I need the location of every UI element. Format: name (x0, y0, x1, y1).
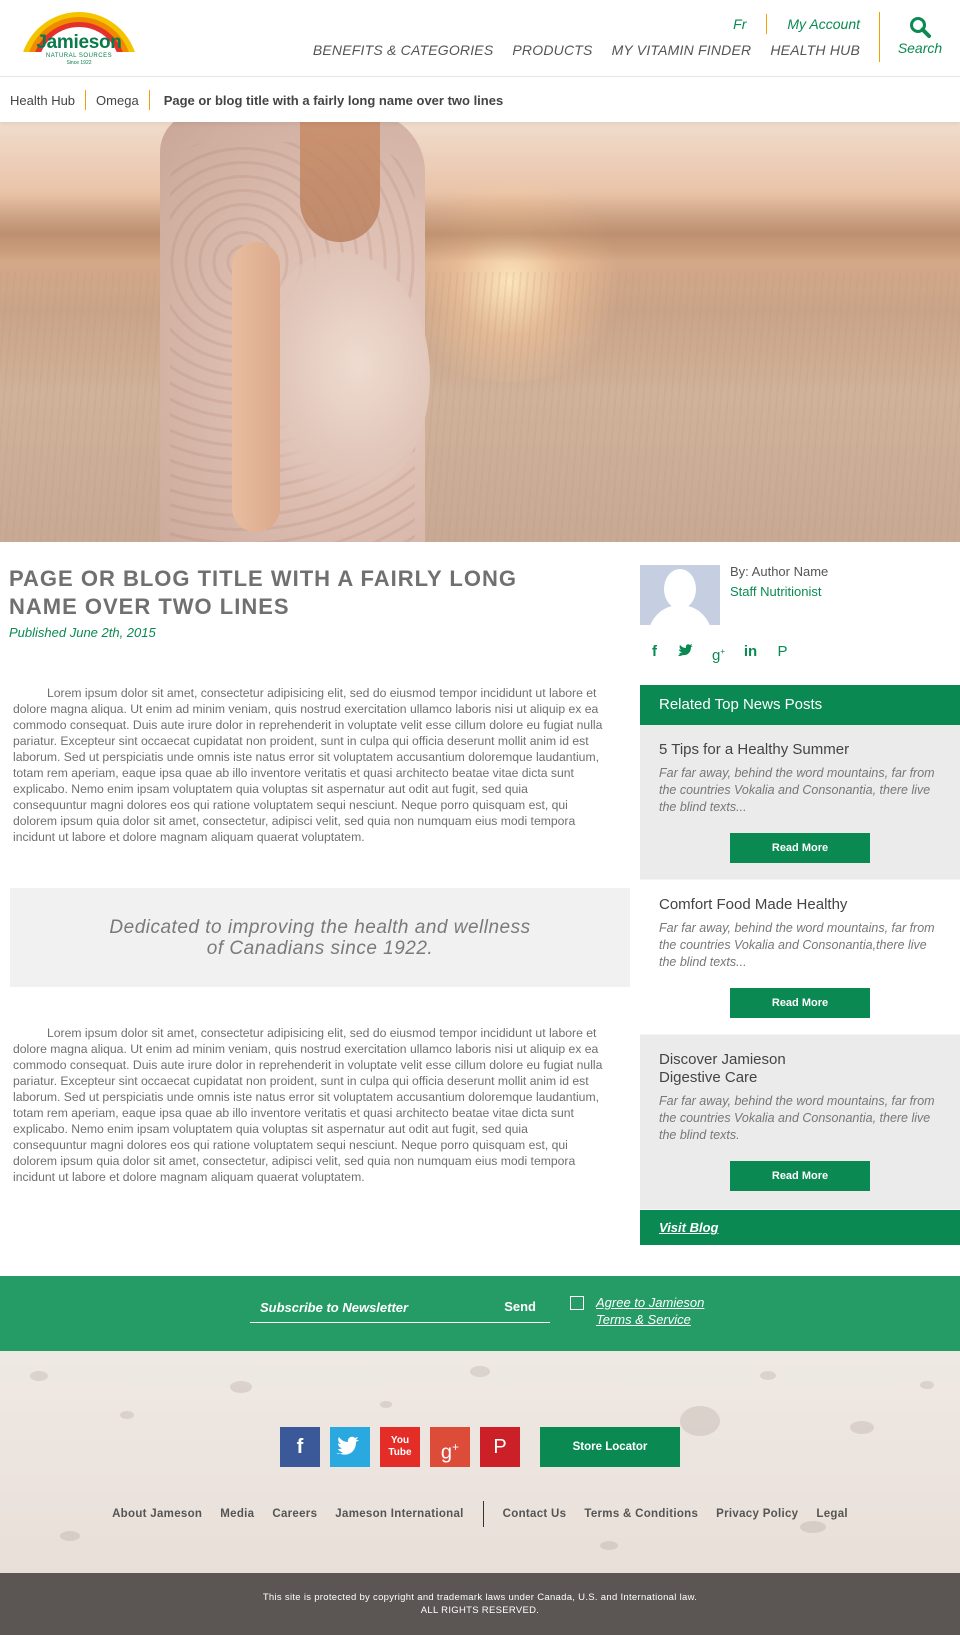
facebook-icon[interactable]: f (280, 1427, 320, 1467)
breadcrumb-health-hub[interactable]: Health Hub (0, 93, 85, 108)
visit-blog-link[interactable]: Visit Blog (640, 1210, 960, 1245)
social-links: f You Tube g+ P (280, 1427, 520, 1467)
breadcrumb: Health Hub Omega Page or blog title with… (0, 78, 960, 122)
published-date: Published June 2th, 2015 (9, 625, 156, 640)
author-avatar (640, 565, 720, 625)
search-button[interactable]: Search (895, 16, 945, 56)
google-plus-icon[interactable]: g+ (430, 1427, 470, 1467)
search-label: Search (897, 40, 943, 56)
footer-link-contact[interactable]: Contact Us (503, 1508, 567, 1520)
author-name: By: Author Name (730, 564, 829, 579)
main-nav: BENEFITS & CATEGORIES PRODUCTS MY VITAMI… (313, 42, 860, 58)
store-locator-button[interactable]: Store Locator (540, 1427, 680, 1467)
related-post: Discover Jamieson Digestive Care Far far… (640, 1035, 960, 1210)
site-footer: f You Tube g+ P Store Locator About James… (0, 1351, 960, 1573)
related-post-title[interactable]: 5 Tips for a Healthy Summer (659, 741, 941, 759)
read-more-button[interactable]: Read More (730, 1161, 870, 1191)
footer-link-careers[interactable]: Careers (272, 1508, 317, 1520)
terms-line: Terms & Service (596, 1312, 691, 1327)
related-post: Comfort Food Made Healthy Far far away, … (640, 880, 960, 1035)
article-title: PAGE OR BLOG TITLE WITH A FAIRLY LONG NA… (9, 566, 517, 619)
logo-since: Since 1922 (66, 60, 92, 66)
article-paragraph: Lorem ipsum dolor sit amet, consectetur … (13, 686, 603, 844)
my-account-link[interactable]: My Account (787, 16, 860, 32)
related-heading: Related Top News Posts (640, 685, 960, 725)
jamieson-logo[interactable]: Jamieson NATURAL SOURCES Since 1922 (16, 10, 142, 66)
pinterest-icon[interactable]: P (480, 1427, 520, 1467)
read-more-button[interactable]: Read More (730, 833, 870, 863)
nav-products[interactable]: PRODUCTS (512, 42, 592, 58)
facebook-icon[interactable]: f (646, 643, 663, 660)
newsletter-input[interactable]: Subscribe to Newsletter (260, 1300, 408, 1315)
footer-link-privacy[interactable]: Privacy Policy (716, 1508, 798, 1520)
newsletter-field[interactable]: Subscribe to Newsletter Send (250, 1296, 550, 1323)
related-posts: Related Top News Posts 5 Tips for a Heal… (640, 685, 960, 1245)
related-post-title[interactable]: Comfort Food Made Healthy (659, 896, 941, 914)
read-more-button[interactable]: Read More (730, 988, 870, 1018)
footer-link-legal[interactable]: Legal (816, 1508, 848, 1520)
pull-quote: Dedicated to improving the health and we… (10, 888, 630, 987)
pinterest-icon[interactable]: P (774, 643, 791, 660)
related-post-excerpt: Far far away, behind the word mountains,… (659, 766, 935, 814)
google-plus-icon[interactable]: g+ (710, 643, 727, 664)
copyright-text: This site is protected by copyright and … (262, 1592, 698, 1603)
terms-line: Agree to Jamieson (596, 1295, 705, 1310)
twitter-icon[interactable] (330, 1427, 370, 1467)
copyright-bar: This site is protected by copyright and … (0, 1573, 960, 1635)
nav-health-hub[interactable]: HEALTH HUB (770, 42, 860, 58)
send-button[interactable]: Send (504, 1299, 536, 1314)
breadcrumb-current: Page or blog title with a fairly long na… (163, 92, 504, 108)
logo-tagline: NATURAL SOURCES (45, 53, 113, 59)
footer-divider (482, 1501, 484, 1527)
terms-checkbox[interactable] (570, 1296, 584, 1310)
related-post: 5 Tips for a Healthy Summer Far far away… (640, 725, 960, 880)
terms-link[interactable]: Agree to Jamieson Terms & Service (596, 1294, 704, 1328)
related-post-title[interactable]: Discover Jamieson Digestive Care (659, 1051, 799, 1087)
article-paragraph: Lorem ipsum dolor sit amet, consectetur … (13, 1026, 603, 1184)
linkedin-icon[interactable]: in (742, 643, 759, 660)
search-divider (879, 12, 880, 62)
related-post-excerpt: Far far away, behind the word mountains,… (659, 921, 935, 969)
author-role[interactable]: Staff Nutritionist (730, 584, 822, 599)
related-post-excerpt: Far far away, behind the word mountains,… (659, 1094, 935, 1142)
youtube-icon[interactable]: You Tube (380, 1427, 420, 1467)
utility-links: Fr My Account (733, 14, 860, 34)
language-link[interactable]: Fr (733, 16, 766, 32)
footer-link-about[interactable]: About Jameson (112, 1508, 202, 1520)
twitter-icon[interactable] (678, 643, 695, 660)
hero-image (0, 122, 960, 542)
footer-link-media[interactable]: Media (220, 1508, 254, 1520)
nav-benefits-categories[interactable]: BENEFITS & CATEGORIES (313, 42, 494, 58)
footer-links: About Jameson Media Careers Jameson Inte… (0, 1501, 960, 1527)
footer-link-terms[interactable]: Terms & Conditions (584, 1508, 698, 1520)
search-icon (910, 17, 931, 38)
utility-divider (766, 14, 768, 34)
newsletter-bar: Subscribe to Newsletter Send Agree to Ja… (0, 1276, 960, 1351)
share-icons: f g+ in P (646, 643, 791, 664)
site-header: Jamieson NATURAL SOURCES Since 1922 Fr M… (0, 0, 960, 77)
logo-wordmark: Jamieson (36, 32, 122, 53)
footer-link-international[interactable]: Jameson International (335, 1508, 463, 1520)
nav-vitamin-finder[interactable]: MY VITAMIN FINDER (612, 42, 752, 58)
breadcrumb-omega[interactable]: Omega (86, 93, 149, 108)
rights-reserved-text: ALL RIGHTS RESERVED. (420, 1605, 540, 1616)
